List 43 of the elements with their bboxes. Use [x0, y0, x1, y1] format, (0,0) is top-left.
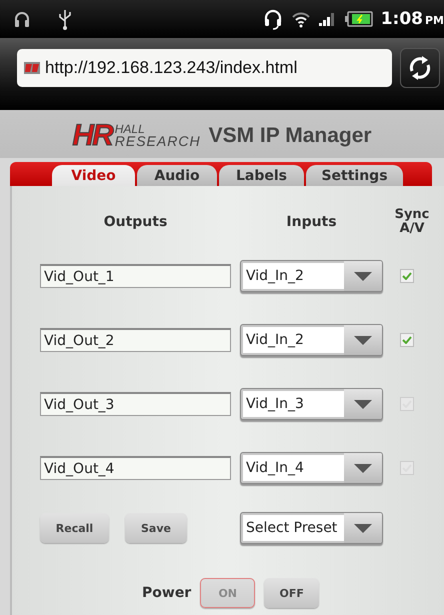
- url-text: http://192.168.123.243/index.html: [45, 58, 298, 78]
- input-dropdown[interactable]: Vid_In_2: [240, 260, 383, 292]
- column-header: Outputs: [102, 214, 168, 230]
- preset-button[interactable]: Recall: [40, 513, 109, 543]
- sync-checkbox[interactable]: [400, 397, 414, 411]
- dropdown-arrow-icon: [354, 336, 372, 344]
- preset-dropdown[interactable]: Select Preset: [240, 512, 383, 544]
- output-name-field[interactable]: Vid_Out_3: [40, 392, 231, 416]
- output-name-field[interactable]: Vid_Out_1: [40, 264, 231, 288]
- url-field[interactable]: http://192.168.123.243/index.html: [17, 49, 392, 87]
- usb-icon: [58, 8, 72, 30]
- output-name-field[interactable]: Vid_Out_2: [40, 328, 231, 352]
- dropdown-arrow-icon: [354, 400, 372, 408]
- app-title: VSM IP Manager: [208, 124, 372, 148]
- power-button[interactable]: OFF: [264, 578, 320, 608]
- tab[interactable]: Audio: [137, 165, 217, 186]
- battery-icon: [344, 11, 373, 27]
- column-header: Inputs: [285, 214, 338, 230]
- power-label: Power: [142, 585, 192, 601]
- input-dropdown[interactable]: Vid_In_4: [240, 452, 383, 484]
- tab[interactable]: Video: [52, 165, 135, 186]
- preset-button[interactable]: Save: [125, 513, 187, 543]
- sync-checkbox[interactable]: [400, 333, 414, 347]
- signal-icon: [318, 11, 337, 27]
- column-header: Sync A/V: [394, 208, 430, 236]
- clock-period: PM: [424, 14, 444, 27]
- dropdown-arrow-icon: [354, 272, 372, 280]
- sync-checkbox[interactable]: [400, 461, 414, 475]
- output-name-field[interactable]: Vid_Out_4: [40, 456, 231, 480]
- wifi-icon: [290, 10, 311, 28]
- input-dropdown[interactable]: Vid_In_3: [240, 388, 383, 420]
- refresh-button[interactable]: [400, 48, 440, 88]
- sync-checkbox[interactable]: [400, 269, 414, 283]
- headset-icon: [262, 8, 283, 30]
- favicon-icon: [24, 62, 40, 74]
- dropdown-arrow-icon: [354, 524, 372, 532]
- input-dropdown[interactable]: Vid_In_2: [240, 324, 383, 356]
- dropdown-arrow-icon: [354, 464, 372, 472]
- headphones-icon: [14, 10, 30, 28]
- tab[interactable]: Labels: [219, 165, 304, 186]
- tab[interactable]: Settings: [306, 165, 403, 186]
- clock-time: 1:08: [380, 9, 423, 29]
- refresh-icon: [407, 55, 433, 81]
